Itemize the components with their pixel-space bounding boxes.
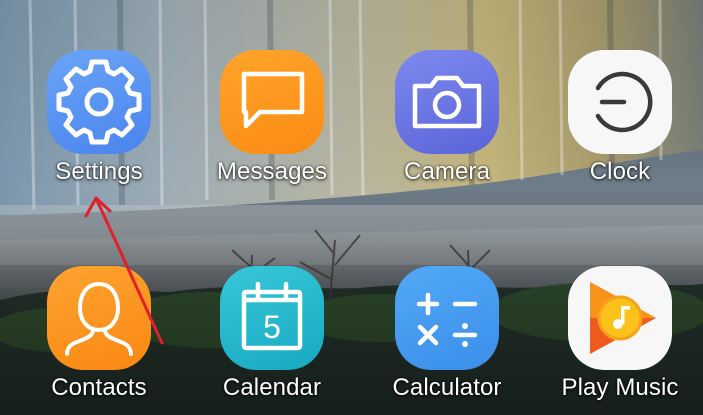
settings-label: Settings [55,158,143,185]
app-calendar[interactable]: 5 Calendar [192,266,352,406]
app-clock[interactable]: Clock [540,50,700,190]
chat-bubble-icon [241,71,305,129]
camera-icon [412,75,482,129]
calendar-icon: 5 [241,281,303,351]
camera-label: Camera [404,158,490,185]
calendar-label: Calendar [222,374,322,401]
clock-app-icon[interactable] [568,50,672,154]
gear-icon [56,59,142,145]
messages-app-icon[interactable] [220,50,324,154]
calendar-app-icon[interactable]: 5 [220,266,324,370]
app-camera[interactable]: Camera [367,50,527,190]
camera-app-icon[interactable] [395,50,499,154]
app-playmusic[interactable]: Play Music [540,266,700,406]
person-icon [65,282,133,356]
playmusic-label: Play Music [561,374,679,401]
app-settings[interactable]: Settings [19,50,179,190]
playmusic-app-icon[interactable] [568,266,672,370]
settings-app-icon[interactable] [47,50,151,154]
messages-label: Messages [216,158,328,185]
play-music-icon [590,282,656,354]
clock-icon [595,71,653,133]
contacts-app-icon[interactable] [47,266,151,370]
app-calculator[interactable]: Calculator [367,266,527,406]
home-screen: Settings Messages Camera Clock Contacts … [0,0,703,415]
clock-label: Clock [589,158,651,185]
calculator-icon [416,292,478,347]
app-contacts[interactable]: Contacts [19,266,179,406]
app-messages[interactable]: Messages [192,50,352,190]
calculator-label: Calculator [392,374,502,401]
calendar-day-number: 5 [263,309,281,345]
calculator-app-icon[interactable] [395,266,499,370]
contacts-label: Contacts [51,374,147,401]
